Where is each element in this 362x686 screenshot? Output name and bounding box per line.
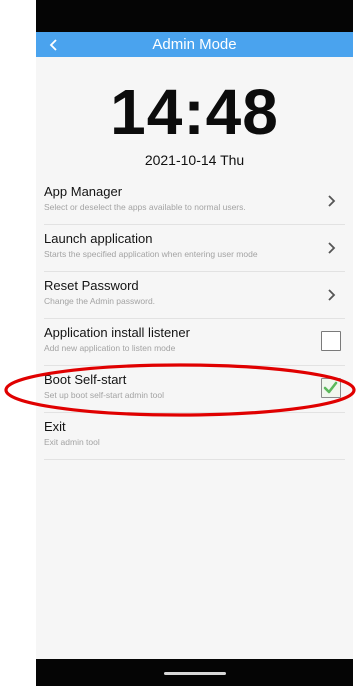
menu-item-title: Exit <box>44 419 66 434</box>
menu-item-reset-password[interactable]: Reset Password Change the Admin password… <box>44 272 345 319</box>
menu-item-subtitle: Starts the specified application when en… <box>44 249 258 259</box>
app-title: Admin Mode <box>152 36 237 53</box>
menu-item-exit[interactable]: Exit Exit admin tool <box>44 413 345 460</box>
clock-time: 14:48 <box>110 76 279 148</box>
menu-item-subtitle: Change the Admin password. <box>44 296 156 306</box>
boot-self-start-checkbox[interactable] <box>321 378 341 398</box>
menu-item-launch-application[interactable]: Launch application Starts the specified … <box>44 225 345 272</box>
menu-item-title: Application install listener <box>44 325 190 340</box>
menu-item-subtitle: Set up boot self-start admin tool <box>44 390 165 400</box>
menu-item-app-manager[interactable]: App Manager Select or deselect the apps … <box>44 178 345 225</box>
check-icon <box>323 381 338 394</box>
menu-item-subtitle: Select or deselect the apps available to… <box>44 202 246 212</box>
install-listener-checkbox[interactable] <box>321 331 341 351</box>
home-indicator[interactable] <box>164 672 226 675</box>
menu-item-title: Boot Self-start <box>44 372 127 387</box>
menu-item-boot-self-start[interactable]: Boot Self-start Set up boot self-start a… <box>44 366 345 413</box>
status-bar <box>36 0 353 32</box>
navigation-bar <box>36 659 353 686</box>
settings-menu: App Manager Select or deselect the apps … <box>36 178 353 460</box>
chevron-right-icon <box>328 195 336 207</box>
clock-date: 2021-10-14 Thu <box>144 152 245 168</box>
chevron-right-icon <box>328 289 336 301</box>
menu-item-subtitle: Exit admin tool <box>44 437 100 447</box>
menu-item-title: App Manager <box>44 184 123 199</box>
phone-screen: Admin Mode 14:48 2021-10-14 Thu App Mana… <box>36 0 353 686</box>
menu-item-subtitle: Add new application to listen mode <box>44 343 176 353</box>
app-bar: Admin Mode <box>36 32 353 57</box>
chevron-right-icon <box>328 242 336 254</box>
menu-item-application-install-listener[interactable]: Application install listener Add new app… <box>44 319 345 366</box>
menu-item-title: Reset Password <box>44 278 139 293</box>
menu-item-title: Launch application <box>44 231 153 246</box>
